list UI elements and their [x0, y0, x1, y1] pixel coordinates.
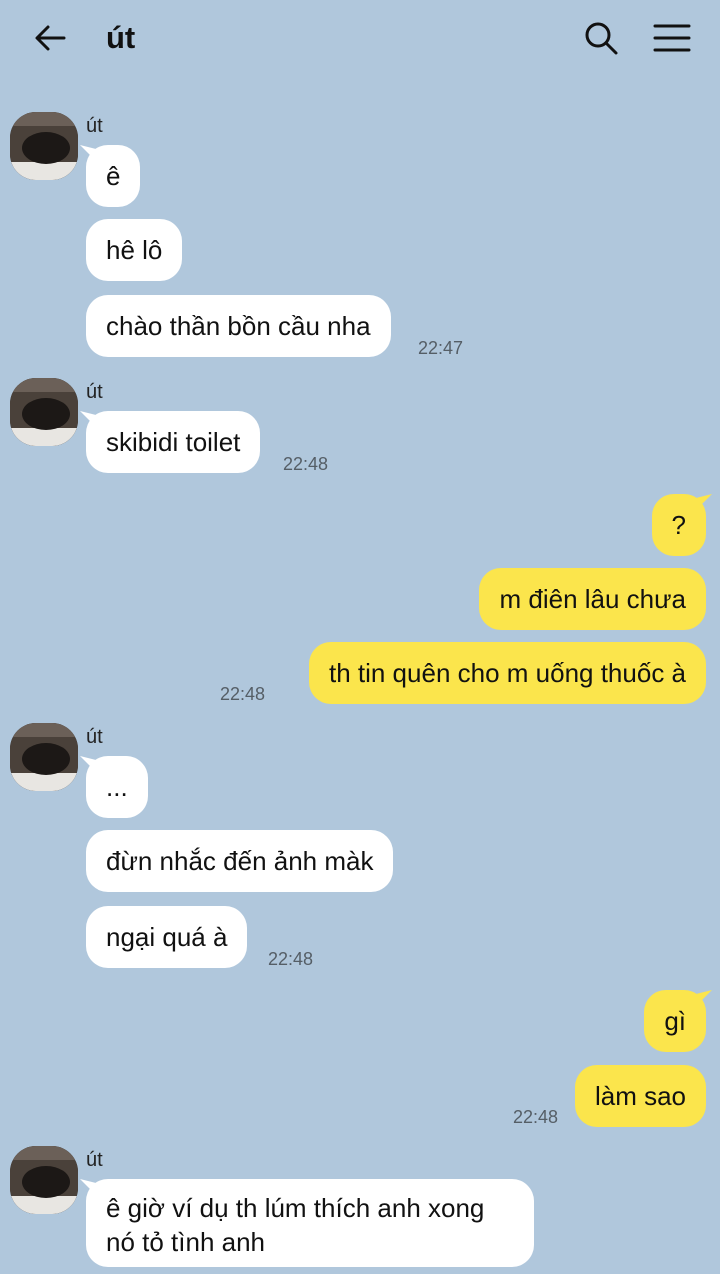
- message-bubble[interactable]: đừn nhắc đến ảnh màk: [86, 830, 394, 892]
- message-text: làm sao: [594, 1081, 686, 1111]
- message-text: đừn nhắc đến ảnh màk: [106, 846, 374, 876]
- sender-name: út: [86, 726, 103, 748]
- message-timestamp: 22:48: [513, 1107, 559, 1127]
- message-text: th tin quên cho m uống thuốc à: [328, 658, 686, 688]
- sender-name: út: [86, 1149, 103, 1171]
- message-bubble[interactable]: hê lô: [86, 219, 183, 281]
- sender-name: út: [86, 381, 103, 403]
- message-timestamp: 22:48: [268, 949, 314, 969]
- message-bubble[interactable]: ?: [651, 494, 706, 556]
- sender-name: út: [86, 115, 103, 137]
- message-text: ...: [106, 772, 128, 802]
- avatar[interactable]: [10, 1146, 78, 1214]
- message-text: chào thần bồn cầu nha: [106, 311, 371, 341]
- message-bubble[interactable]: skibidi toilet: [86, 411, 261, 473]
- message-timestamp: 22:48: [220, 684, 266, 704]
- message-bubble[interactable]: m điên lâu chưa: [479, 568, 706, 630]
- avatar[interactable]: [10, 723, 78, 791]
- message-bubble[interactable]: ...: [86, 756, 148, 818]
- message-bubble[interactable]: gì: [644, 990, 706, 1052]
- chat-header: út: [0, 0, 720, 76]
- message-bubble[interactable]: ngại quá à: [86, 906, 248, 968]
- search-icon[interactable]: [580, 17, 622, 59]
- hamburger-menu-icon[interactable]: [650, 17, 694, 59]
- message-text: ?: [671, 510, 686, 540]
- avatar[interactable]: [10, 378, 78, 446]
- message-bubble[interactable]: chào thần bồn cầu nha: [86, 295, 391, 357]
- message-text: m điên lâu chưa: [499, 584, 686, 614]
- message-bubble[interactable]: ê giờ ví dụ th lúm thích anh xong nó tỏ …: [86, 1179, 534, 1267]
- message-text: hê lô: [106, 235, 163, 265]
- message-bubble[interactable]: làm sao: [574, 1065, 706, 1127]
- message-timestamp: 22:48: [283, 454, 329, 474]
- avatar[interactable]: [10, 112, 78, 180]
- message-text: ngại quá à: [106, 922, 228, 952]
- back-arrow-icon[interactable]: [30, 18, 70, 58]
- chat-title: út: [106, 20, 136, 55]
- message-bubble[interactable]: ê: [86, 145, 141, 207]
- message-text: gì: [664, 1006, 686, 1036]
- message-bubble[interactable]: th tin quên cho m uống thuốc à: [308, 642, 706, 704]
- message-text: ê giờ ví dụ th lúm thích anh xong nó tỏ …: [106, 1193, 485, 1257]
- message-text: skibidi toilet: [106, 427, 241, 457]
- message-timestamp: 22:47: [418, 338, 464, 358]
- message-text: ê: [106, 161, 121, 191]
